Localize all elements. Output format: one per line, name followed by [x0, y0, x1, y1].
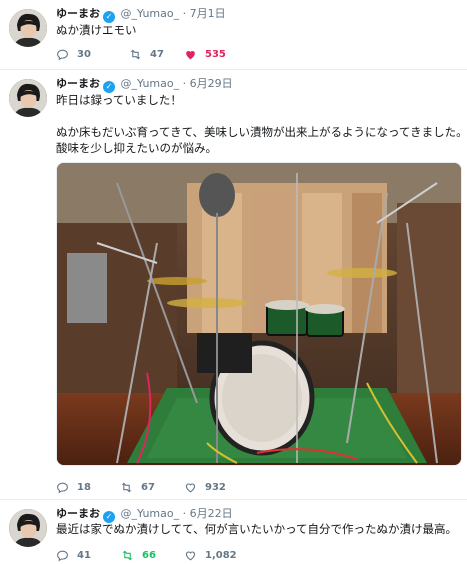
heart-icon: [185, 483, 196, 492]
retweet-icon: [130, 49, 141, 59]
tweet-2[interactable]: ゆーまお ✓ @_Yumao_ · 6月29日 昨日は録っていました！ ぬか床もだ…: [0, 70, 467, 500]
tweet-date[interactable]: 6月29日: [190, 77, 233, 90]
display-name[interactable]: ゆーまお: [56, 507, 100, 520]
retweet-icon: [122, 550, 133, 560]
tweet-text: 最近は家でぬか漬けしてて、何が言いたいかって自分で作ったぬか漬け最高。: [56, 521, 457, 537]
avatar[interactable]: [9, 509, 47, 547]
retweet-count: 47: [150, 48, 164, 60]
reply-button[interactable]: 30: [56, 46, 91, 62]
tweet-text-line: 最近は家でぬか漬けしてて、何が言いたいかって自分で作ったぬか漬け最高。: [56, 522, 458, 536]
like-button[interactable]: 535: [184, 46, 226, 62]
tweet-date[interactable]: 7月1日: [190, 7, 226, 20]
retweet-button[interactable]: 67: [120, 479, 155, 495]
reply-button[interactable]: 41: [56, 547, 91, 563]
retweet-button[interactable]: 66: [121, 547, 156, 563]
tweet-text: ぬか漬けエモい: [56, 22, 137, 38]
reply-icon: [57, 482, 68, 493]
studio-drum-photo[interactable]: [56, 162, 462, 466]
tweet-header: ゆーまお ✓ @_Yumao_ · 7月1日: [56, 7, 226, 23]
retweet-button[interactable]: 47: [129, 46, 164, 62]
handle[interactable]: @_Yumao_: [121, 507, 180, 520]
handle[interactable]: @_Yumao_: [121, 77, 180, 90]
reply-button[interactable]: 18: [56, 479, 91, 495]
like-count: 1,082: [205, 549, 237, 561]
like-button[interactable]: 932: [184, 479, 226, 495]
tweet-text-line: ぬか漬けエモい: [56, 23, 137, 37]
reply-count: 30: [77, 48, 91, 60]
separator-dot: ·: [182, 77, 187, 90]
tweet-header: ゆーまお ✓ @_Yumao_ · 6月29日: [56, 77, 233, 93]
tweet-3[interactable]: ゆーまお ✓ @_Yumao_ · 6月22日 最近は家でぬか漬けしてて、何が言い…: [0, 500, 467, 564]
separator-dot: ·: [182, 507, 187, 520]
retweet-icon: [121, 482, 132, 492]
tweet-text-line: 昨日は録っていました！: [56, 93, 182, 107]
reply-count: 41: [77, 549, 91, 561]
retweet-count: 67: [141, 481, 155, 493]
like-count: 535: [205, 48, 226, 60]
reply-icon: [57, 49, 68, 60]
like-button[interactable]: 1,082: [184, 547, 237, 563]
display-name[interactable]: ゆーまお: [56, 7, 100, 20]
reply-icon: [57, 550, 68, 561]
avatar[interactable]: [9, 9, 47, 47]
like-count: 932: [205, 481, 226, 493]
retweet-count: 66: [142, 549, 156, 561]
heart-icon: [186, 50, 195, 59]
separator-dot: ·: [182, 7, 187, 20]
display-name[interactable]: ゆーまお: [56, 77, 100, 90]
heart-icon: [185, 551, 196, 560]
handle[interactable]: @_Yumao_: [121, 7, 180, 20]
tweet-text-line: 酸味を少し抑えたいのが悩み。: [56, 141, 217, 155]
tweet-date[interactable]: 6月22日: [190, 507, 233, 520]
drum-kit-image: [57, 163, 461, 465]
tweet-1[interactable]: ゆーまお ✓ @_Yumao_ · 7月1日 ぬか漬けエモい 30 47 535: [0, 0, 467, 70]
tweet-text: 昨日は録っていました！ ぬか床もだいぶ育ってきて、美味しい漬物が出来上がるように…: [56, 92, 467, 156]
tweet-text-line: ぬか床もだいぶ育ってきて、美味しい漬物が出来上がるようになってきました。: [56, 125, 467, 139]
reply-count: 18: [77, 481, 91, 493]
tweet-text-line: [56, 108, 467, 124]
avatar[interactable]: [9, 79, 47, 117]
